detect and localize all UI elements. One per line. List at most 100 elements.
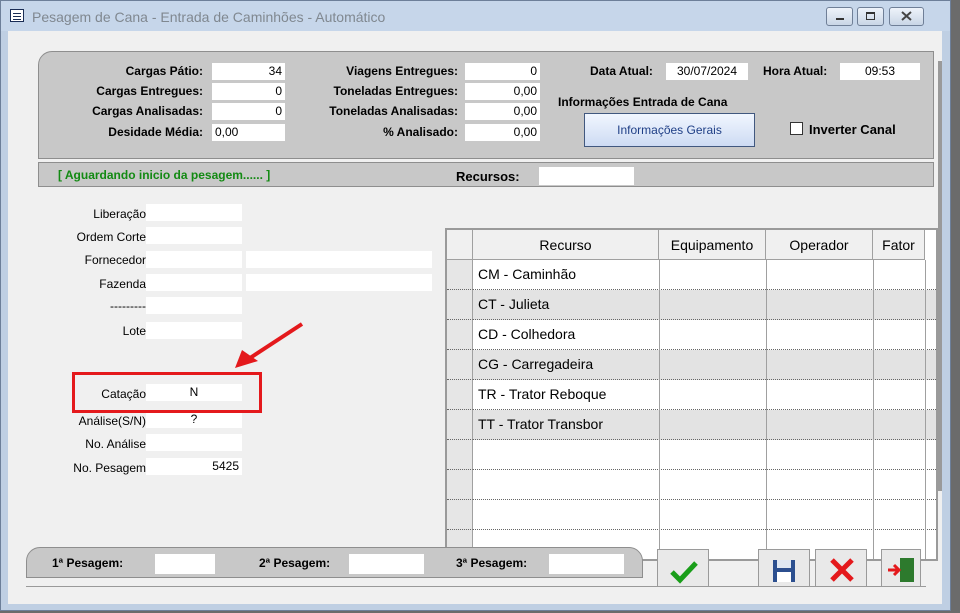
pesagem2-label: 2ª Pesagem: [259,556,331,570]
desidade-field[interactable]: 0,00 [212,124,285,141]
floppy-disk-icon [773,560,795,582]
fornecedor-name-field[interactable] [246,251,432,268]
annotation-arrow-icon [235,322,304,368]
grid-corner [447,230,473,260]
viagens-field[interactable]: 0 [465,63,540,80]
no-pesagem-field[interactable]: 5425 [146,458,242,475]
ordem-corte-field[interactable] [146,227,242,244]
viagens-label: Viagens Entregues: [346,64,458,78]
table-row[interactable]: TT - Trator Transbor [473,410,936,440]
recurso-cell: TT - Trator Transbor [478,416,603,432]
informacoes-gerais-button[interactable]: Informações Gerais [584,113,755,147]
row-selector[interactable] [447,470,473,500]
fazenda-name-field[interactable] [246,274,432,291]
lote-label: Lote [122,324,146,338]
table-row[interactable]: CM - Caminhão [473,260,936,290]
grid-scrollbar[interactable] [938,61,942,491]
cargas-analisadas-label: Cargas Analisadas: [92,104,203,118]
grid-divider [925,260,926,559]
recursos-field[interactable] [539,167,634,185]
recurso-cell: CT - Julieta [478,296,550,312]
save-button[interactable] [758,549,810,587]
table-row[interactable] [473,500,936,530]
recurso-cell: CD - Colhedora [478,326,576,342]
toneladas-analisadas-field[interactable]: 0,00 [465,103,540,120]
row-selector[interactable] [447,290,473,320]
inverter-canal-label: Inverter Canal [809,122,896,137]
info-entrada-label: Informações Entrada de Cana [558,95,728,109]
row-selector[interactable] [447,260,473,290]
row-selector[interactable] [447,350,473,380]
inverter-canal-checkbox[interactable] [790,122,803,135]
ordem-corte-label: Ordem Corte [76,230,146,244]
cargas-analisadas-field[interactable]: 0 [212,103,285,120]
row-selector[interactable] [447,410,473,440]
pesagem1-label: 1ª Pesagem: [52,556,124,570]
row-selector[interactable] [447,320,473,350]
row-selector[interactable] [447,440,473,470]
grid-divider [873,260,874,559]
column-header-equipamento[interactable]: Equipamento [659,230,766,260]
toneladas-analisadas-label: Toneladas Analisadas: [329,104,458,118]
row-selector[interactable] [447,500,473,530]
recurso-cell: CM - Caminhão [478,266,577,282]
pesagem3-label: 3ª Pesagem: [456,556,528,570]
minimize-button[interactable] [826,7,853,26]
data-label: Data Atual: [590,64,653,78]
close-button[interactable] [889,7,924,26]
fazenda-field[interactable] [146,274,242,291]
no-analise-label: No. Análise [85,437,146,451]
cancel-button[interactable] [815,549,867,587]
fazenda-label: Fazenda [99,277,146,291]
fornecedor-label: Fornecedor [84,253,146,267]
no-analise-field[interactable] [146,434,242,451]
no-pesagem-label: No. Pesagem [73,461,146,475]
table-row[interactable]: CG - Carregadeira [473,350,936,380]
column-header-operador[interactable]: Operador [766,230,873,260]
cargas-entregues-label: Cargas Entregues: [96,84,203,98]
column-header-recurso[interactable]: Recurso [473,230,659,260]
red-x-icon [830,558,854,582]
main-window: Pesagem de Cana - Entrada de Caminhões -… [0,0,951,611]
maximize-button[interactable] [857,7,884,26]
dash-field[interactable] [146,297,242,314]
pesagem-panel: 1ª Pesagem: 2ª Pesagem: 3ª Pesagem: [26,547,643,578]
column-header-fator[interactable]: Fator [873,230,925,260]
hora-field[interactable]: 09:53 [840,63,920,80]
toneladas-entregues-field[interactable]: 0,00 [465,83,540,100]
cargas-entregues-field[interactable]: 0 [212,83,285,100]
table-row[interactable]: CT - Julieta [473,290,936,320]
data-field[interactable]: 30/07/2024 [666,63,748,80]
client-area: Cargas Pátio: 34 Cargas Entregues: 0 Car… [8,31,942,604]
liberacao-field[interactable] [146,204,242,221]
fornecedor-field[interactable] [146,251,242,268]
table-row[interactable] [473,440,936,470]
analise-field[interactable]: ? [146,411,242,428]
grid-divider [659,260,660,559]
lote-field[interactable] [146,322,242,339]
pesagem1-field[interactable] [155,554,215,574]
analisado-field[interactable]: 0,00 [465,124,540,141]
table-row[interactable]: TR - Trator Reboque [473,380,936,410]
cargas-patio-field[interactable]: 34 [212,63,285,80]
toneladas-entregues-label: Toneladas Entregues: [333,84,458,98]
table-row[interactable] [473,470,936,500]
analisado-label: % Analisado: [383,125,458,139]
stats-panel: Cargas Pátio: 34 Cargas Entregues: 0 Car… [38,51,934,159]
grid-divider [766,260,767,559]
window-icon [10,9,24,22]
analise-label: Análise(S/N) [78,414,146,428]
exit-door-icon [888,558,914,582]
exit-button[interactable] [881,549,921,587]
table-row[interactable]: CD - Colhedora [473,320,936,350]
pesagem3-field[interactable] [549,554,624,574]
minimize-icon [836,18,844,20]
recursos-label: Recursos: [456,169,520,184]
liberacao-label: Liberação [93,207,146,221]
recursos-grid[interactable]: Recurso Equipamento Operador Fator CM - … [445,228,938,561]
confirm-button[interactable] [657,549,709,587]
highlight-box [72,372,262,413]
cargas-patio-label: Cargas Pátio: [125,64,203,78]
pesagem2-field[interactable] [349,554,424,574]
row-selector[interactable] [447,380,473,410]
